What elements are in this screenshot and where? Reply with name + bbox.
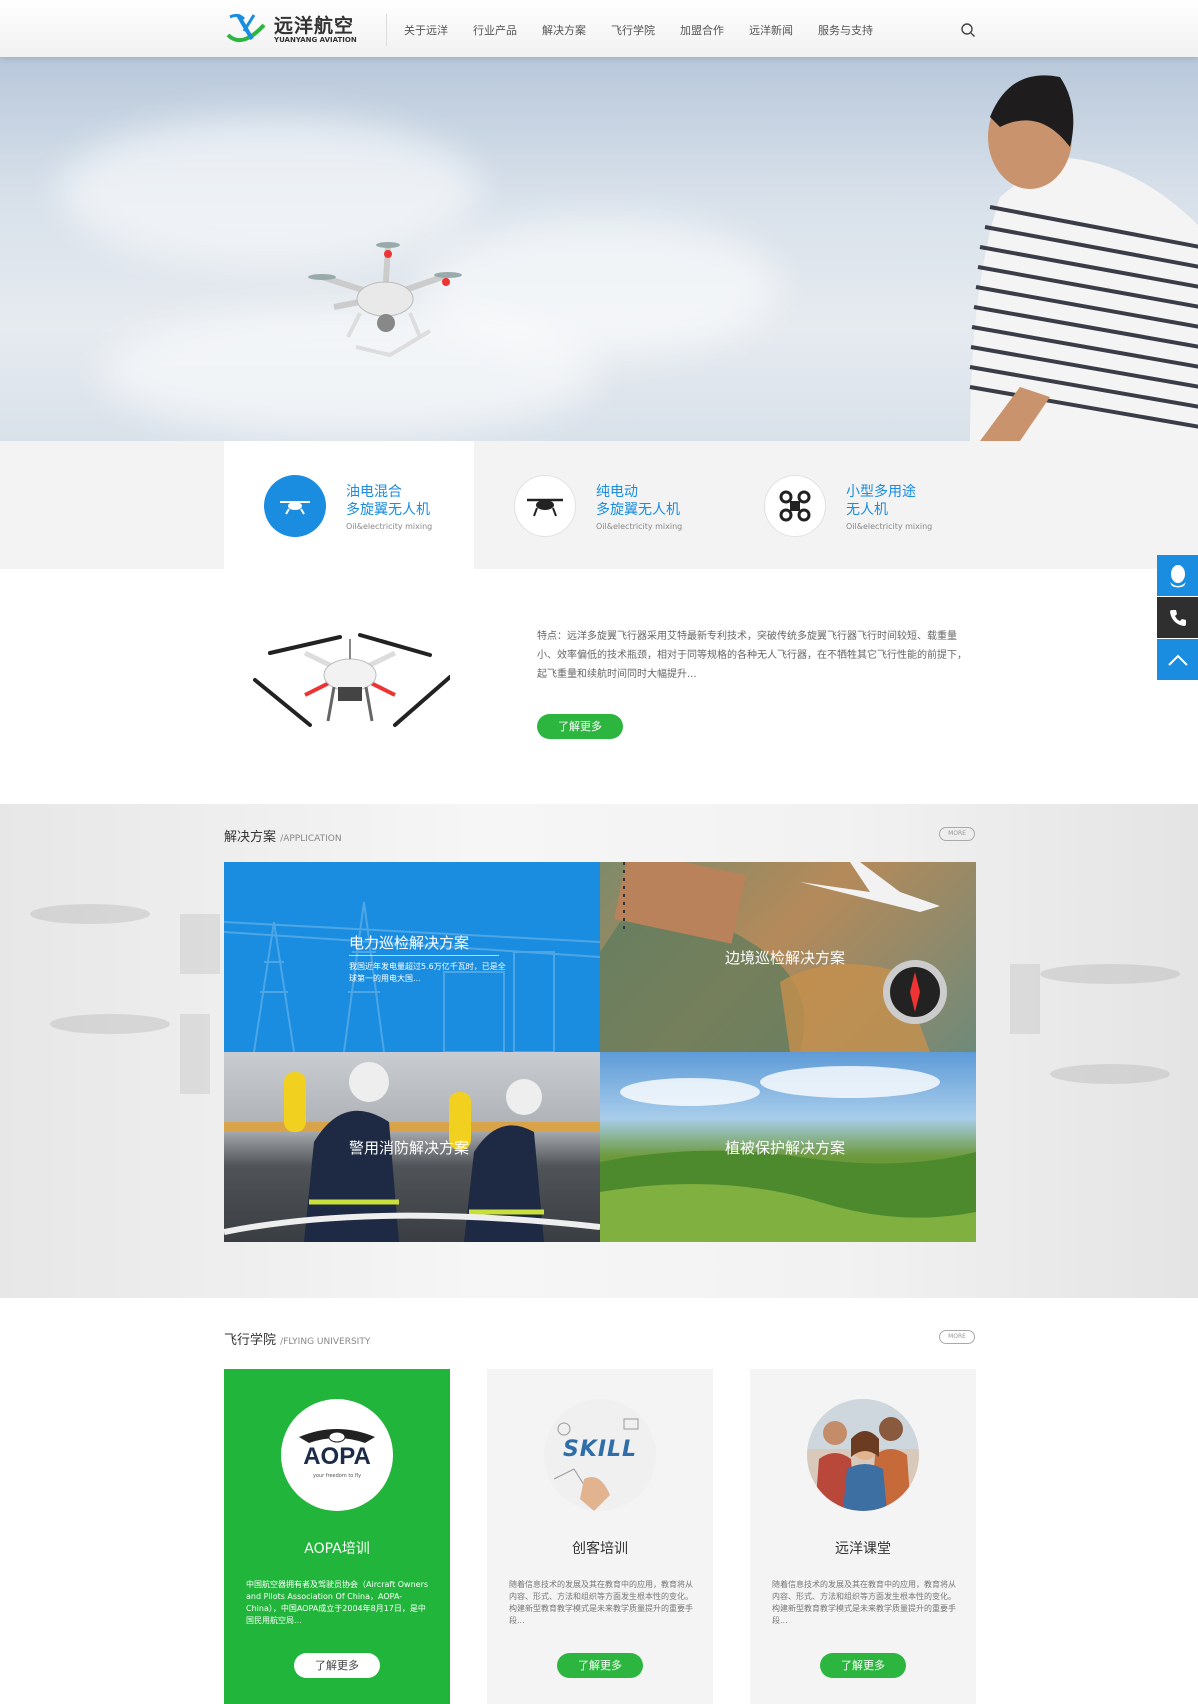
solution-tile-border[interactable]: 边境巡检解决方案 bbox=[600, 862, 976, 1052]
university-heading: 飞行学院 /FLYING UNIVERSITY bbox=[224, 1329, 370, 1348]
nav-item-support[interactable]: 服务与支持 bbox=[818, 0, 873, 57]
power-grid-image bbox=[224, 901, 600, 1052]
site-header: 远洋航空 YUANYANG AVIATION 关于远洋 行业产品 解决方案 飞行… bbox=[0, 0, 1198, 57]
product-tab-small[interactable]: 小型多用途 无人机 Oil&electricity mixing bbox=[724, 441, 974, 569]
logo-mark-icon bbox=[226, 13, 266, 43]
site-logo[interactable]: 远洋航空 YUANYANG AVIATION bbox=[224, 9, 374, 47]
product-tab-hybrid[interactable]: 油电混合 多旋翼无人机 Oil&electricity mixing bbox=[224, 441, 474, 569]
nav-item-join[interactable]: 加盟合作 bbox=[680, 0, 724, 57]
solution-tile-power[interactable]: 电力巡检解决方案 我国近年发电量超过5.6万亿千瓦时，已是全球第一的用电大国..… bbox=[224, 862, 600, 1052]
tab-title-line2: 无人机 bbox=[846, 502, 888, 518]
tab-subtitle: Oil&electricity mixing bbox=[346, 522, 433, 531]
skill-image: SKILL bbox=[544, 1399, 656, 1511]
skill-image-text: SKILL bbox=[562, 1437, 638, 1462]
solutions-subtitle: /APPLICATION bbox=[280, 834, 342, 844]
logo-text: 远洋航空 bbox=[274, 15, 355, 37]
tab-title-line1: 纯电动 bbox=[596, 484, 638, 500]
main-nav: 关于远洋 行业产品 解决方案 飞行学院 加盟合作 远洋新闻 服务与支持 bbox=[404, 0, 898, 57]
card-learn-more-button[interactable]: 了解更多 bbox=[557, 1653, 643, 1678]
tile-title: 电力巡检解决方案 bbox=[349, 934, 470, 952]
nav-item-academy[interactable]: 飞行学院 bbox=[611, 0, 655, 57]
product-tab-electric[interactable]: 纯电动 多旋翼无人机 Oil&electricity mixing bbox=[474, 441, 724, 569]
solutions-more-button[interactable]: MORE bbox=[939, 827, 975, 841]
qq-icon[interactable] bbox=[1157, 555, 1198, 596]
tile-title: 植被保护解决方案 bbox=[725, 1139, 846, 1157]
university-more-button[interactable]: MORE bbox=[939, 1330, 975, 1344]
solutions-title: 解决方案 bbox=[224, 830, 277, 845]
card-learn-more-button[interactable]: 了解更多 bbox=[820, 1653, 906, 1678]
tab-subtitle: Oil&electricity mixing bbox=[846, 522, 933, 531]
university-title: 飞行学院 bbox=[224, 1333, 277, 1348]
card-learn-more-button[interactable]: 了解更多 bbox=[294, 1653, 380, 1678]
tile-title: 边境巡检解决方案 bbox=[725, 949, 846, 967]
logo-subtext: YUANYANG AVIATION bbox=[274, 36, 357, 44]
card-description: 随着信息技术的发展及其在教育中的应用，教育将从内容、形式、方法和组织等方面发生根… bbox=[772, 1580, 956, 1625]
solutions-heading: 解决方案 /APPLICATION bbox=[224, 826, 342, 845]
tile-divider bbox=[349, 955, 499, 956]
classroom-image bbox=[807, 1399, 919, 1511]
card-title: AOPA培训 bbox=[304, 1541, 370, 1557]
tab-title-line2: 多旋翼无人机 bbox=[346, 502, 430, 518]
aopa-logo-tagline: your freedom to fly bbox=[312, 1473, 362, 1479]
hero-drone-image bbox=[308, 242, 462, 358]
hero-person-image bbox=[969, 75, 1198, 441]
hero-banner bbox=[0, 57, 1198, 441]
logo-divider bbox=[386, 14, 387, 46]
university-subtitle: /FLYING UNIVERSITY bbox=[280, 1337, 371, 1347]
drone-icon bbox=[264, 475, 326, 537]
nav-item-products[interactable]: 行业产品 bbox=[473, 0, 517, 57]
drone-icon bbox=[514, 475, 576, 537]
card-description: 随着信息技术的发展及其在教育中的应用，教育将从内容、形式、方法和组织等方面发生根… bbox=[509, 1580, 693, 1625]
search-icon[interactable] bbox=[960, 22, 976, 38]
aopa-logo-text: AOPA bbox=[303, 1443, 371, 1470]
tab-subtitle: Oil&electricity mixing bbox=[596, 522, 683, 531]
tile-description: 我国近年发电量超过5.6万亿千瓦时，已是全球第一的用电大国... bbox=[349, 962, 506, 983]
phone-icon[interactable] bbox=[1157, 597, 1198, 638]
back-to-top-icon[interactable] bbox=[1157, 639, 1198, 680]
product-description: 特点：远洋多旋翼飞行器采用艾特最新专利技术，突破传统多旋翼飞行器飞行时间较短、载… bbox=[537, 631, 967, 680]
nav-item-news[interactable]: 远洋新闻 bbox=[749, 0, 793, 57]
card-title: 远洋课堂 bbox=[835, 1541, 891, 1557]
university-card-classroom[interactable]: 远洋课堂 随着信息技术的发展及其在教育中的应用，教育将从内容、形式、方法和组织等… bbox=[750, 1369, 976, 1704]
nav-item-solutions[interactable]: 解决方案 bbox=[542, 0, 586, 57]
product-learn-more-button[interactable]: 了解更多 bbox=[537, 714, 623, 739]
tab-title-line1: 小型多用途 bbox=[846, 484, 916, 500]
tab-title-line2: 多旋翼无人机 bbox=[596, 502, 680, 518]
solution-tile-police-fire[interactable]: 警用消防解决方案 bbox=[224, 1052, 600, 1242]
quadcopter-icon bbox=[764, 475, 826, 537]
university-card-maker[interactable]: SKILL 创客培训 随着信息技术的发展及其在教育中的应用，教育将从内容、形式、… bbox=[487, 1369, 713, 1704]
card-description: 中国航空器拥有者及驾驶员协会（Aircraft Owners and Pilot… bbox=[246, 1580, 429, 1625]
university-card-aopa[interactable]: AOPA your freedom to fly AOPA培训 中国航空器拥有者… bbox=[224, 1369, 450, 1704]
nav-item-about[interactable]: 关于远洋 bbox=[404, 0, 448, 57]
tab-title-line1: 油电混合 bbox=[346, 484, 402, 500]
product-drone-image bbox=[253, 633, 450, 727]
students-image bbox=[807, 1399, 919, 1511]
card-title: 创客培训 bbox=[572, 1541, 628, 1557]
tile-title: 警用消防解决方案 bbox=[349, 1139, 470, 1157]
solution-tile-vegetation[interactable]: 植被保护解决方案 bbox=[600, 1052, 976, 1242]
background-drone-right-image bbox=[1010, 964, 1180, 1084]
aopa-logo: AOPA your freedom to fly bbox=[281, 1399, 393, 1511]
